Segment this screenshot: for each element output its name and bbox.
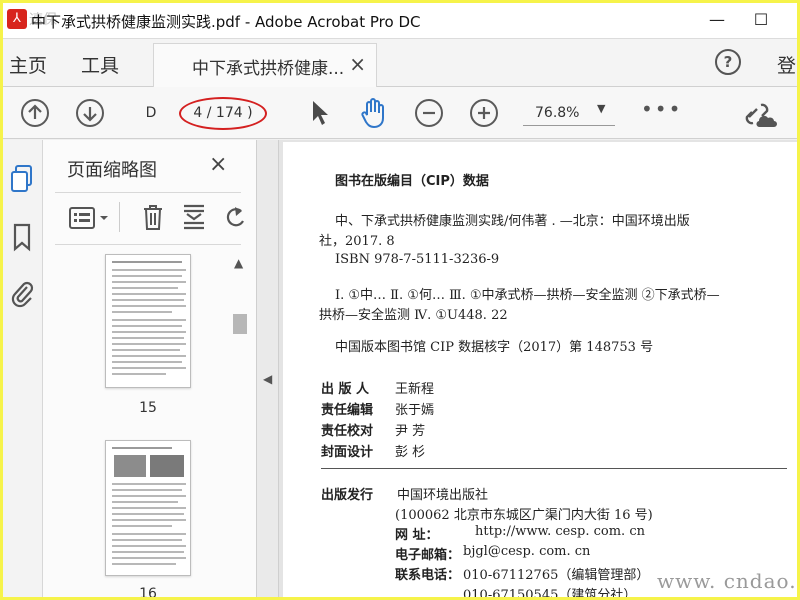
delete-page-icon[interactable]	[141, 203, 165, 235]
credit-name: 王新程	[395, 382, 435, 397]
cip-line: 中、下承式拱桥健康监测实践/何伟著 . —北京：中国环境出版	[335, 214, 690, 229]
share-link-icon[interactable]	[743, 97, 779, 133]
close-tab-icon[interactable]: ×	[349, 52, 366, 76]
website-value: http://www. cesp. com. cn	[475, 524, 645, 539]
classification-line: Ⅰ. ①中… Ⅱ. ①何… Ⅲ. ①中承式桥—拱桥—安全监测 ②下承式桥—	[335, 288, 720, 303]
divider	[55, 244, 241, 245]
classification-line: 拱桥—安全监测 Ⅳ. ①U448. 22	[319, 308, 508, 323]
minimize-button[interactable]: —	[697, 7, 737, 33]
more-tools-icon[interactable]: •••	[641, 97, 682, 121]
pdf-page: 图书在版编目（CIP）数据 中、下承式拱桥健康监测实践/何伟著 . —北京：中国…	[283, 142, 797, 600]
thumbnail-page-label: 15	[139, 400, 157, 416]
cip-approval: 中国版本图书馆 CIP 数据核字（2017）第 148753 号	[335, 340, 654, 355]
help-icon[interactable]: ?	[715, 49, 741, 75]
toolbar: D 4 / 174 ) 76.8% ▼ •••	[3, 87, 797, 139]
phone-value: 010-67150545（建筑分社）	[463, 588, 637, 600]
document-tab[interactable]: 中下承式拱桥健康... ×	[153, 43, 377, 87]
thumbnail-options-icon[interactable]	[69, 206, 113, 234]
cip-heading: 图书在版编目（CIP）数据	[335, 174, 489, 189]
email-value: bjgl@cesp. com. cn	[463, 544, 591, 559]
menu-bar: 主页 工具 中下承式拱桥健康... × ? 登	[3, 39, 797, 87]
thumbnail-page-label: 16	[139, 586, 157, 600]
attachment-icon[interactable]	[9, 278, 35, 308]
left-rail	[3, 140, 43, 597]
scroll-up-icon[interactable]: ▲	[234, 256, 243, 270]
website-label: 网 址：	[395, 528, 439, 543]
phone-value: 010-67112765（编辑管理部）	[463, 568, 650, 583]
collapse-panel-icon[interactable]: ◀	[263, 372, 272, 386]
screenshot-frame: ⅄ 速保 中下承式拱桥健康监测实践.pdf - Adobe Acrobat Pr…	[0, 0, 800, 600]
window-title: 中下承式拱桥健康监测实践.pdf - Adobe Acrobat Pro DC	[31, 13, 421, 31]
thumbnail-toolbar	[55, 200, 255, 236]
rotate-page-icon[interactable]	[223, 203, 247, 235]
panel-splitter[interactable]: ◀	[257, 140, 279, 597]
thumbnail-scrollbar[interactable]: ▲	[231, 254, 249, 597]
page-number-input[interactable]: D	[131, 100, 171, 126]
horizontal-rule	[321, 468, 787, 469]
hand-tool-icon[interactable]	[359, 97, 389, 133]
credit-role: 出 版 人	[321, 382, 370, 397]
document-view[interactable]: 图书在版编目（CIP）数据 中、下承式拱桥健康监测实践/何伟著 . —北京：中国…	[279, 140, 797, 600]
red-annotation-ellipse	[179, 97, 267, 130]
tool-separator	[119, 202, 120, 232]
panel-title: 页面缩略图	[67, 160, 157, 181]
isbn: ISBN 978-7-5111-3236-9	[335, 252, 500, 267]
home-tab[interactable]: 主页	[9, 51, 47, 78]
previous-page-icon[interactable]	[21, 99, 49, 127]
scroll-thumb[interactable]	[233, 314, 247, 334]
credit-name: 张于嫣	[395, 403, 435, 418]
maximize-button[interactable]: ☐	[741, 7, 781, 33]
close-panel-icon[interactable]: ×	[209, 152, 227, 177]
tools-tab[interactable]: 工具	[81, 51, 119, 78]
thumbnail-page[interactable]	[105, 440, 191, 576]
thumbnail-panel: 页面缩略图 × ▲ 15 16	[43, 140, 257, 600]
thumbnail-page[interactable]	[105, 254, 191, 388]
credit-name: 彭 杉	[395, 445, 426, 460]
cip-line: 社，2017. 8	[319, 234, 395, 249]
bookmark-icon[interactable]	[9, 222, 35, 252]
document-tab-label: 中下承式拱桥健康...	[192, 59, 345, 79]
page-thumbnails-icon[interactable]	[9, 164, 35, 194]
extract-page-icon[interactable]	[181, 203, 207, 235]
thumbnail-figure	[150, 455, 184, 477]
publisher-label: 出版发行	[321, 488, 374, 503]
site-watermark: www. cndao. com	[657, 569, 797, 593]
credit-role: 责任编辑	[321, 403, 374, 418]
publisher-name: 中国环境出版社	[397, 488, 489, 503]
thumbnail-figure	[114, 455, 146, 477]
zoom-out-icon[interactable]	[415, 99, 443, 127]
credit-name: 尹 芳	[395, 424, 426, 439]
chevron-down-icon[interactable]: ▼	[597, 102, 605, 115]
credit-role: 封面设计	[321, 445, 374, 460]
publisher-address: (100062 北京市东城区广渠门内大街 16 号)	[395, 508, 653, 523]
title-bar: ⅄ 速保 中下承式拱桥健康监测实践.pdf - Adobe Acrobat Pr…	[3, 3, 797, 39]
phone-label: 联系电话：	[395, 568, 461, 583]
acrobat-logo-icon: ⅄	[7, 9, 27, 29]
credit-role: 责任校对	[321, 424, 374, 439]
sign-in-button[interactable]: 登	[777, 51, 796, 78]
email-label: 电子邮箱：	[395, 548, 461, 563]
divider	[55, 192, 241, 193]
zoom-in-icon[interactable]	[470, 99, 498, 127]
select-cursor-icon[interactable]	[309, 99, 331, 131]
next-page-icon[interactable]	[76, 99, 104, 127]
